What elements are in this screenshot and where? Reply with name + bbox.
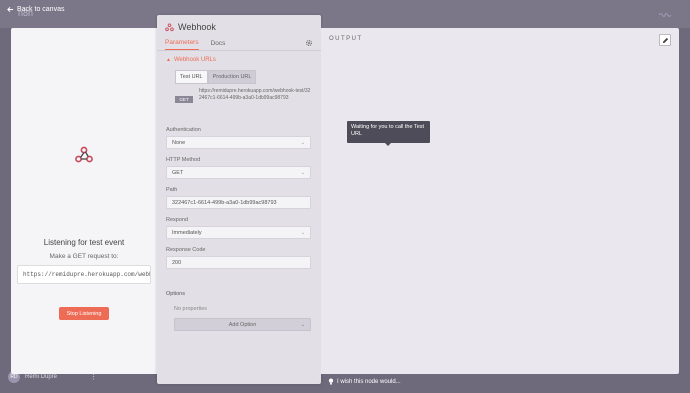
- more-options-icon[interactable]: ⋮: [90, 373, 97, 381]
- http-method-label: HTTP Method: [166, 157, 201, 163]
- output-title: OUTPUT: [329, 36, 363, 42]
- chevron-down-icon: ⌄: [300, 170, 305, 176]
- listening-subtitle: Make a GET request to:: [49, 253, 119, 260]
- user-name: Remi Dupré: [25, 374, 58, 380]
- tabs-divider: [157, 50, 321, 51]
- n8n-logo-icon: [658, 12, 672, 18]
- production-url-tab[interactable]: Production URL: [207, 70, 257, 84]
- edit-output-button[interactable]: [659, 34, 671, 46]
- output-panel: OUTPUT: [321, 28, 679, 374]
- chevron-down-icon: ⌄: [300, 230, 305, 236]
- add-option-label: Add Option: [228, 321, 257, 328]
- input-panel: Listening for test event Make a GET requ…: [11, 28, 157, 374]
- add-option-select[interactable]: Add Option ⌄: [174, 318, 311, 331]
- node-header: Webhook: [165, 22, 216, 32]
- http-method-select[interactable]: GET ⌄: [166, 166, 311, 179]
- back-to-canvas-label: Back to canvas: [17, 6, 65, 13]
- chevron-up-icon: ▲: [166, 57, 171, 63]
- webhook-urls-label: Webhook URLs: [173, 57, 216, 63]
- feedback-label: I wish this node would...: [337, 378, 401, 385]
- authentication-label: Authentication: [166, 127, 201, 133]
- method-badge: GET: [175, 96, 193, 103]
- gear-icon[interactable]: [305, 39, 313, 47]
- options-label: Options: [166, 291, 185, 297]
- pencil-icon: [662, 37, 668, 43]
- response-code-value: 200: [172, 260, 182, 266]
- test-url-display[interactable]: https://remidupre.herokuapp.com/webhook-…: [17, 265, 151, 284]
- response-code-input[interactable]: 200: [166, 256, 311, 269]
- arrow-left-icon: [7, 6, 14, 13]
- stop-listening-button[interactable]: Stop Listening: [59, 307, 109, 320]
- webhook-node-icon: [165, 22, 174, 31]
- path-input[interactable]: 322467c1-6614-499b-a3a0-1db99ac98793: [166, 196, 311, 209]
- path-value: 322467c1-6614-499b-a3a0-1db99ac98793: [172, 200, 277, 206]
- webhook-icon: [75, 146, 93, 163]
- respond-value: Immediately: [172, 230, 202, 236]
- respond-label: Respond: [166, 217, 189, 223]
- http-method-value: GET: [172, 170, 184, 176]
- webhook-url-text[interactable]: https://remidupre.herokuapp.com/webhook-…: [199, 88, 311, 103]
- tab-docs[interactable]: Docs: [211, 40, 226, 50]
- tab-parameters[interactable]: Parameters: [165, 39, 199, 50]
- no-properties-text: No properties: [174, 306, 208, 312]
- listening-title: Listening for test event: [43, 238, 125, 247]
- authentication-select[interactable]: None ⌄: [166, 136, 311, 149]
- waiting-tooltip: Waiting for you to call the Test URL: [347, 121, 430, 146]
- chevron-down-icon: ⌄: [300, 140, 305, 146]
- lightbulb-icon: [328, 378, 334, 385]
- webhook-urls-toggle[interactable]: ▲ Webhook URLs: [166, 57, 216, 63]
- path-label: Path: [166, 187, 178, 193]
- respond-select[interactable]: Immediately ⌄: [166, 226, 311, 239]
- webhook-url-row: GET https://remidupre.herokuapp.com/webh…: [175, 88, 311, 103]
- canvas-header: n8n: [0, 0, 690, 28]
- authentication-value: None: [172, 140, 186, 146]
- back-to-canvas-link[interactable]: Back to canvas: [7, 6, 64, 13]
- chevron-down-icon: ⌄: [300, 322, 305, 328]
- node-title[interactable]: Webhook: [178, 22, 216, 32]
- node-tabs: Parameters Docs: [157, 36, 321, 50]
- node-parameters-panel: Webhook Parameters Docs ▲ Webhook URLs T…: [157, 15, 321, 384]
- response-code-label: Response Code: [166, 247, 206, 253]
- test-url-tab[interactable]: Test URL: [175, 70, 208, 84]
- url-type-tabs: Test URL Production URL: [175, 70, 257, 84]
- feedback-link[interactable]: I wish this node would...: [328, 378, 401, 385]
